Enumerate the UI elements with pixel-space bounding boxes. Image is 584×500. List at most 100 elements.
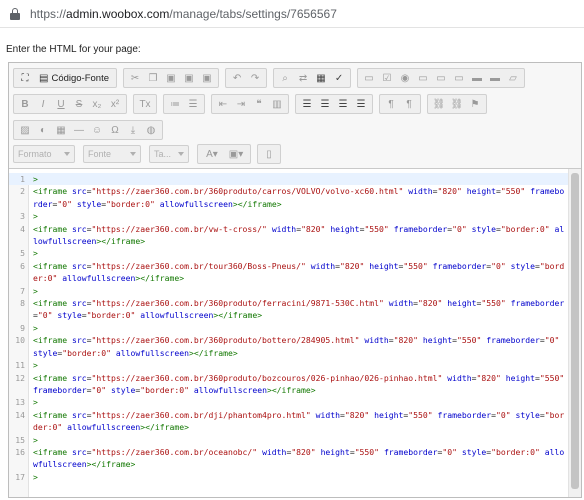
line-number: 15 [15, 434, 25, 445]
link-icon[interactable]: ⛓ [431, 96, 447, 112]
remove-format-icon[interactable]: Tx [137, 96, 153, 112]
ltr-icon[interactable]: ¶ [383, 96, 399, 112]
code-line-text: <iframe src="https://zaer360.com.br/vw-t… [33, 223, 565, 247]
code-line[interactable]: 15 > [9, 434, 569, 446]
format-combo[interactable]: Formato [13, 145, 75, 163]
source-code-button[interactable]: ▤ Código-Fonte [35, 70, 113, 86]
html-prompt-label: Enter the HTML for your page: [6, 44, 141, 55]
code-line[interactable]: 4 <iframe src="https://zaer360.com.br/vw-… [9, 223, 569, 248]
lock-icon [10, 7, 20, 20]
flash-icon[interactable]: ◐ [35, 122, 51, 138]
source-code-icon: ▤ [39, 72, 49, 84]
url-host: admin.woobox.com [66, 6, 170, 21]
paste-text-icon[interactable]: ▣ [181, 70, 197, 86]
fullscreen-icon[interactable]: ⛶ [17, 70, 33, 86]
address-bar[interactable]: https://admin.woobox.com/manage/tabs/set… [0, 0, 584, 28]
numbered-list-icon[interactable]: ≔ [167, 96, 183, 112]
button-field-icon[interactable]: ▬ [469, 70, 485, 86]
bulleted-list-icon[interactable]: ☰ [185, 96, 201, 112]
textarea-icon[interactable]: ▭ [433, 70, 449, 86]
align-group: ☰ ☰ ☰ ☰ [295, 94, 373, 114]
paste-icon[interactable]: ▣ [163, 70, 179, 86]
italic-icon[interactable]: I [35, 96, 51, 112]
font-combo-label: Fonte [88, 149, 112, 159]
smiley-icon[interactable]: ☺ [89, 122, 105, 138]
url-text[interactable]: https://admin.woobox.com/manage/tabs/set… [30, 7, 337, 21]
code-line[interactable]: 2 <iframe src="https://zaer360.com.br/360… [9, 185, 569, 210]
align-center-icon[interactable]: ☰ [317, 96, 333, 112]
line-number: 7 [20, 285, 25, 296]
show-blocks-icon[interactable]: ▯ [261, 146, 277, 162]
code-line[interactable]: 12 <iframe src="https://zaer360.com.br/36… [9, 372, 569, 397]
select-field-icon[interactable]: ▭ [451, 70, 467, 86]
size-combo[interactable]: Ta... [149, 145, 189, 163]
image-icon[interactable]: ▨ [17, 122, 33, 138]
code-area[interactable]: 1 >2 <iframe src="https://zaer360.com.br/3… [9, 169, 581, 497]
underline-icon[interactable]: U [53, 96, 69, 112]
code-scrollbar[interactable] [568, 169, 581, 497]
cut-icon[interactable]: ✂ [127, 70, 143, 86]
scrollbar-thumb[interactable] [571, 173, 579, 489]
copy-icon[interactable]: ❐ [145, 70, 161, 86]
line-number: 9 [20, 322, 25, 333]
checkbox-icon[interactable]: ☑ [379, 70, 395, 86]
align-left-icon[interactable]: ☰ [299, 96, 315, 112]
insert-group: ▨ ◐ ▦ ― ☺ Ω ⤓ ◍ [13, 120, 163, 140]
bold-icon[interactable]: B [17, 96, 33, 112]
code-line[interactable]: 11 > [9, 359, 569, 371]
select-all-icon[interactable]: ▦ [313, 70, 329, 86]
align-justify-icon[interactable]: ☰ [353, 96, 369, 112]
code-line[interactable]: 13 > [9, 396, 569, 408]
align-right-icon[interactable]: ☰ [335, 96, 351, 112]
code-line-text: <iframe src="https://zaer360.com.br/360p… [33, 186, 565, 209]
code-line[interactable]: 9 > [9, 322, 569, 334]
code-line[interactable]: 8 <iframe src="https://zaer360.com.br/360… [9, 297, 569, 322]
code-line[interactable]: 3 > [9, 210, 569, 222]
strike-icon[interactable]: S [71, 96, 87, 112]
undo-icon[interactable]: ↶ [229, 70, 245, 86]
special-char-icon[interactable]: Ω [107, 122, 123, 138]
anchor-icon[interactable]: ⚑ [467, 96, 483, 112]
table-icon[interactable]: ▦ [53, 122, 69, 138]
code-line[interactable]: 5 > [9, 247, 569, 259]
code-line-text: > [33, 397, 38, 408]
page-break-icon[interactable]: ⤓ [125, 122, 141, 138]
subscript-icon[interactable]: x₂ [89, 96, 105, 112]
spellcheck-icon[interactable]: ✓ [331, 70, 347, 86]
code-line[interactable]: 10 <iframe src="https://zaer360.com.br/36… [9, 334, 569, 359]
radio-icon[interactable]: ◉ [397, 70, 413, 86]
code-line-text: <iframe src="https://zaer360.com.br/tour… [33, 260, 565, 284]
hidden-field-icon[interactable]: ▱ [505, 70, 521, 86]
code-line[interactable]: 7 > [9, 285, 569, 297]
replace-icon[interactable]: ⇄ [295, 70, 311, 86]
form-icon[interactable]: ▭ [361, 70, 377, 86]
font-combo[interactable]: Fonte [83, 145, 141, 163]
code-line[interactable]: 16 <iframe src="https://zaer360.com.br/oc… [9, 446, 569, 471]
code-line[interactable]: 17 > [9, 471, 569, 483]
paste-word-icon[interactable]: ▣ [199, 70, 215, 86]
image-button-icon[interactable]: ▬ [487, 70, 503, 86]
text-color-icon[interactable]: A▾ [201, 146, 223, 162]
find-icon[interactable]: ⌕ [277, 70, 293, 86]
url-prefix: https:// [30, 6, 67, 21]
bg-color-icon[interactable]: ▣▾ [225, 146, 247, 162]
iframe-icon[interactable]: ◍ [143, 122, 159, 138]
code-line[interactable]: 1 > [9, 173, 569, 186]
outdent-icon[interactable]: ⇤ [215, 96, 231, 112]
code-line[interactable]: 14 <iframe src="https://zaer360.com.br/dj… [9, 409, 569, 434]
indent-icon[interactable]: ⇥ [233, 96, 249, 112]
source-code-label: Código-Fonte [51, 72, 110, 84]
code-line[interactable]: 6 <iframe src="https://zaer360.com.br/tou… [9, 260, 569, 285]
superscript-icon[interactable]: x² [107, 96, 123, 112]
rtl-icon[interactable]: ¶ [401, 96, 417, 112]
code-line-text: > [33, 211, 38, 222]
horizontal-rule-icon[interactable]: ― [71, 122, 87, 138]
unlink-icon[interactable]: ⛓ [449, 96, 465, 112]
div-container-icon[interactable]: ▥ [269, 96, 285, 112]
code-line-text: <iframe src="https://zaer360.com.br/dji/… [33, 409, 565, 433]
blockquote-icon[interactable]: ❝ [251, 96, 267, 112]
line-number: 4 [20, 223, 25, 234]
chevron-down-icon [130, 152, 136, 156]
textfield-icon[interactable]: ▭ [415, 70, 431, 86]
redo-icon[interactable]: ↷ [247, 70, 263, 86]
